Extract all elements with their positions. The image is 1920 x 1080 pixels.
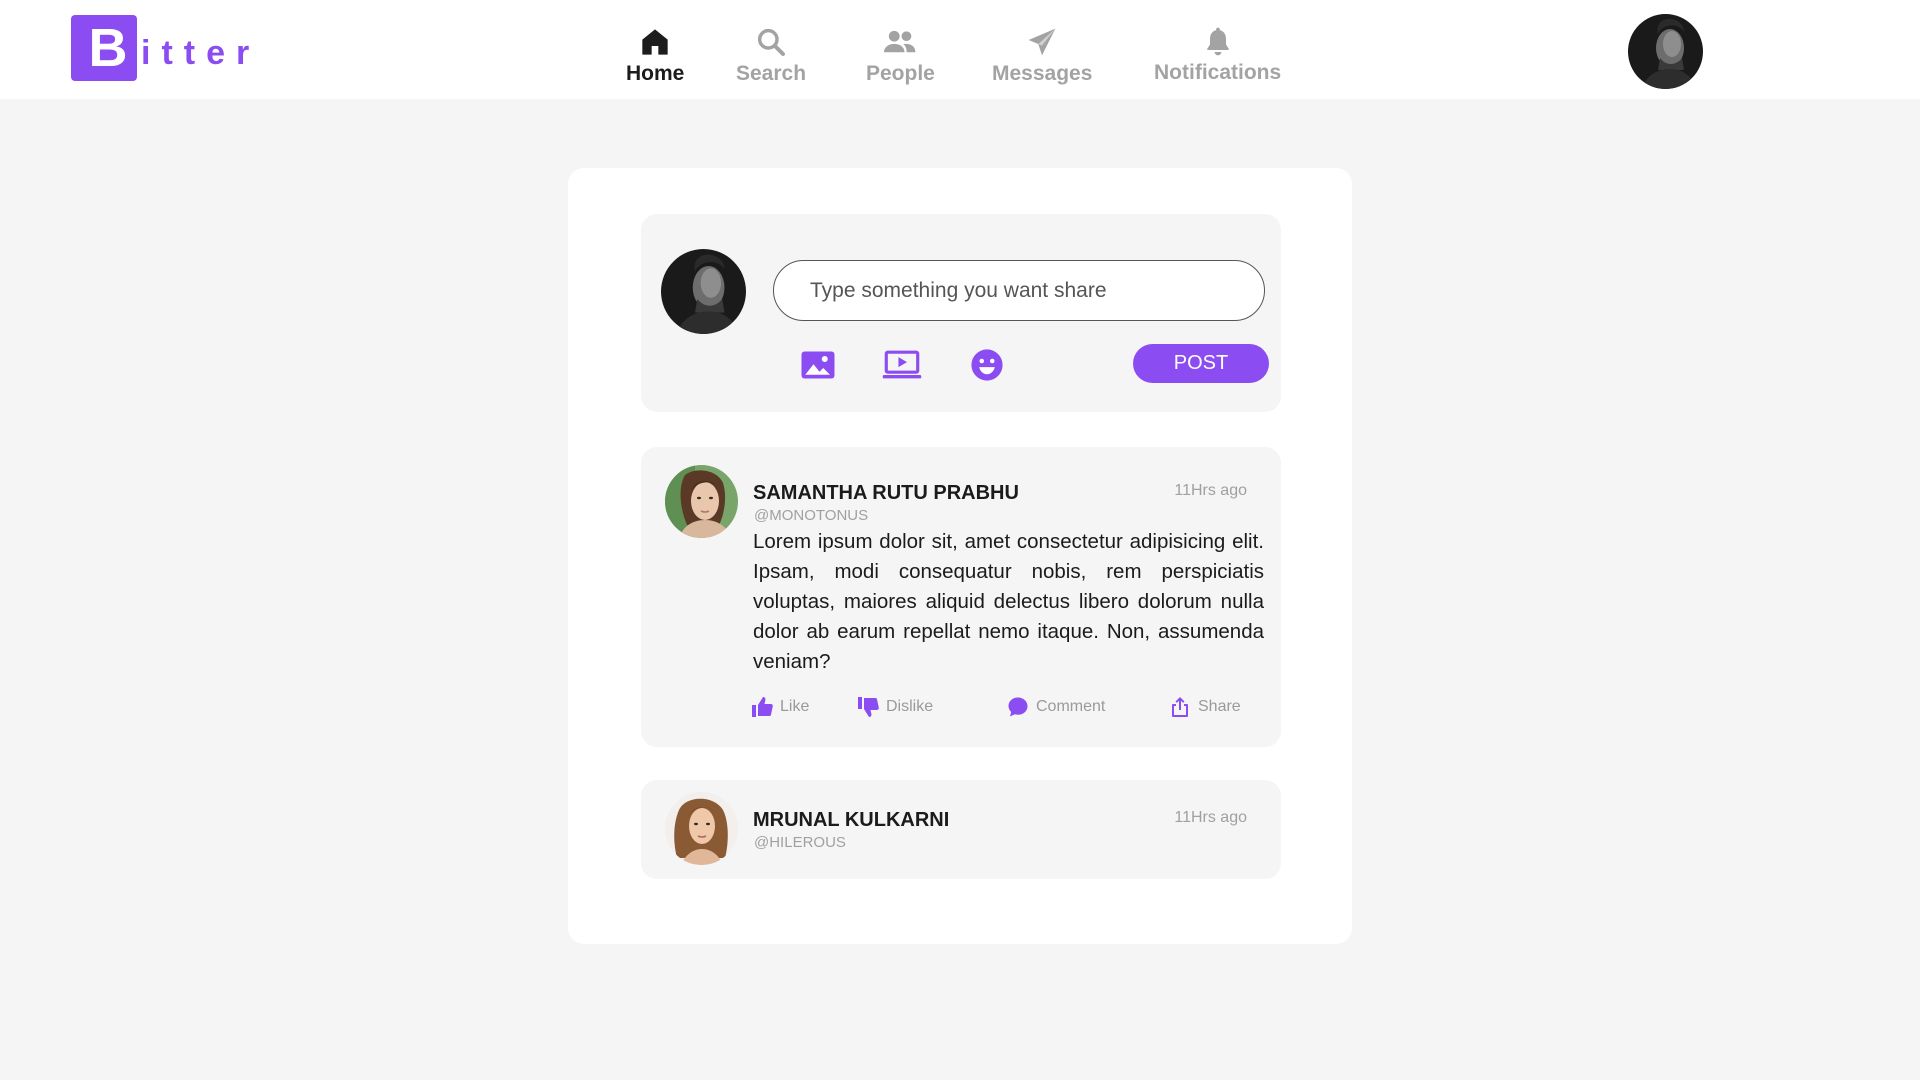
post-body: Lorem ipsum dolor sit, amet consectetur … [753,530,1264,673]
video-icon [882,350,922,379]
avatar-image [661,249,746,334]
share-label: Share [1198,698,1241,715]
nav-label-home: Home [626,62,685,85]
thumbs-up-icon [752,697,773,717]
add-emoji-button[interactable] [967,347,1007,383]
post-author-avatar[interactable] [665,792,738,865]
nav-item-search[interactable]: Search [736,26,806,86]
dislike-button[interactable]: Dislike [856,695,933,719]
people-icon [884,30,916,53]
home-icon [642,29,668,55]
post-timestamp: 11Hrs ago [1174,809,1247,826]
search-icon [757,28,786,56]
add-video-button[interactable] [882,347,922,383]
avatar-image [665,792,738,865]
post-button[interactable]: POST [1133,344,1269,383]
comment-label: Comment [1036,698,1106,715]
nav-label-search: Search [736,62,807,85]
share-button[interactable]: Share [1168,695,1241,719]
send-icon [1028,28,1056,56]
like-label: Like [780,698,810,715]
nav-item-messages[interactable]: Messages [992,26,1092,86]
thumbs-down-icon [858,697,879,717]
post-timestamp: 11Hrs ago [1174,482,1247,499]
comment-icon [1008,697,1028,717]
post-author-handle[interactable]: @MONOTONUS [754,507,868,524]
post-author-name[interactable]: MRUNAL KULKARNI [753,809,949,832]
post-card: MRUNAL KULKARNI @HILEROUS 11Hrs ago [641,780,1281,879]
composer-avatar [661,249,746,334]
image-icon [801,351,835,379]
nav-item-notifications[interactable]: Notifications [1154,26,1281,85]
add-image-button[interactable] [798,347,838,383]
profile-avatar[interactable] [1628,14,1703,89]
comment-button[interactable]: Comment [1006,695,1105,719]
feed-card: POST SAMANTHA RUTU PRABHU @MONOTONUS 11H… [568,168,1352,944]
post-input[interactable] [773,260,1265,321]
like-button[interactable]: Like [750,695,809,719]
avatar-image [665,465,738,538]
post-card: SAMANTHA RUTU PRABHU @MONOTONUS 11Hrs ag… [641,447,1281,747]
nav-item-people[interactable]: People [866,26,935,86]
bell-icon [1206,27,1229,56]
share-icon [1172,697,1188,717]
post-composer: POST [641,214,1281,412]
nav-label-messages: Messages [992,62,1093,85]
nav-label-people: People [866,62,935,85]
emoji-icon [971,349,1003,381]
avatar-image [1628,14,1703,89]
post-actions: Like Dislike Comment Share [641,695,1281,725]
dislike-label: Dislike [886,698,934,715]
post-author-avatar[interactable] [665,465,738,538]
nav-label-notifications: Notifications [1154,61,1282,84]
post-author-handle[interactable]: @HILEROUS [754,834,846,851]
top-bar: B itter Home Search People Messages Noti… [0,0,1920,99]
nav-item-home[interactable]: Home [626,26,684,86]
post-author-name[interactable]: SAMANTHA RUTU PRABHU [753,482,1019,505]
